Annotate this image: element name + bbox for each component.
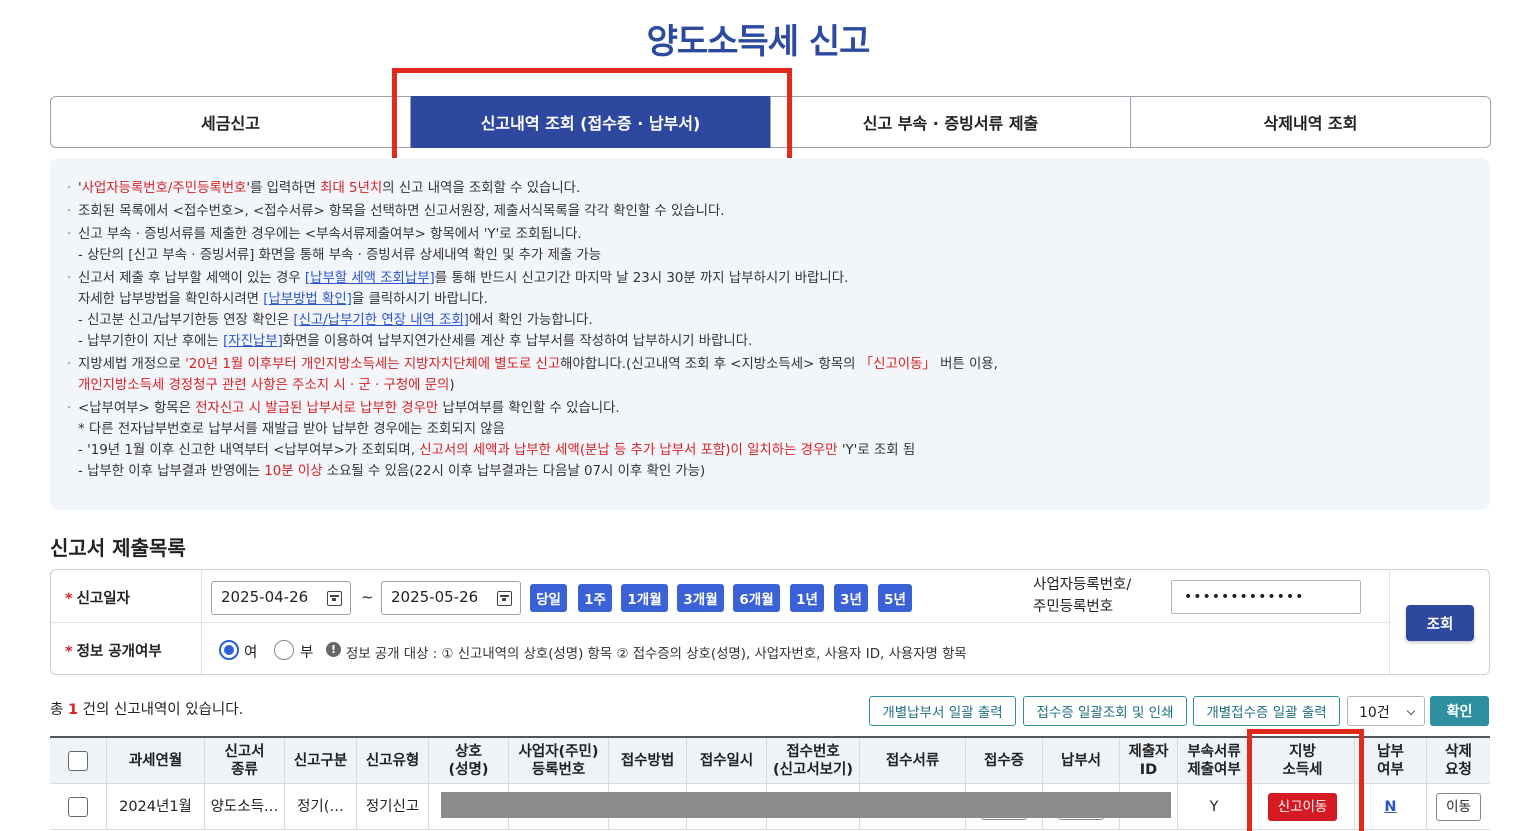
notice-line: - 신고분 신고/납부기한등 연장 확인은 [신고/납부기한 연장 내역 조회]…	[78, 313, 593, 328]
period-5year-button[interactable]: 5년	[878, 584, 912, 612]
table-header-row: 과세연월 신고서 종류 신고구분 신고유형 상호 (성명) 사업자(주민) 등록번호 …	[50, 738, 1490, 784]
tab-attachment-submit[interactable]: 신고 부속 · 증빙서류 제출	[771, 97, 1131, 147]
notice-line: 개인지방소득세 경정청구 관련 사항은 주소지 시 · 군 · 구청에 문의)	[78, 378, 455, 393]
period-3month-button[interactable]: 3개월	[677, 584, 724, 612]
header-paid: 납부 여부	[1355, 738, 1427, 784]
period-1month-button[interactable]: 1개월	[621, 584, 668, 612]
pay-tax-link[interactable]: [납부할 세액 조회납부]	[305, 271, 435, 286]
notice-line: - 납부한 이후 납부결과 반영에는 10분 이상 소요될 수 있음(22시 이…	[78, 464, 706, 479]
notice-line: 자세한 납부방법을 확인하시려면 [납부방법 확인]을 클릭하시기 바랍니다.	[78, 292, 488, 307]
header-attach: 부속서류 제출여부	[1178, 738, 1251, 784]
extension-history-link[interactable]: [신고/납부기한 연장 내역 조회]	[293, 313, 469, 328]
cell-doc-type: 양도소득…	[205, 784, 285, 830]
cell-report-type: 정기신고	[357, 784, 429, 830]
local-tax-move-button[interactable]: 신고이동	[1267, 792, 1338, 821]
notice-line: 신고서 제출 후 납부할 세액이 있는 경우 [납부할 세액 조회납부]를 통해…	[67, 268, 1490, 289]
self-payment-link[interactable]: [자진납부]	[223, 334, 283, 349]
date-to-input[interactable]: 2025-05-26	[381, 581, 521, 615]
search-panel: * 신고일자 2025-04-26 ~ 2025-05-26 당일 1주 1개월 …	[50, 569, 1490, 675]
confirm-button[interactable]: 확인	[1430, 696, 1489, 726]
notice-line: '사업자등록번호/주민등록번호'를 입력하면 최대 5년치의 신고 내역을 조회…	[67, 178, 1490, 199]
notice-line: 신고 부속 · 증빙서류를 제출한 경우에는 <부속서류제출여부> 항목에서 '…	[67, 224, 1490, 245]
tab-deleted-history[interactable]: 삭제내역 조회	[1131, 97, 1490, 147]
divider	[1389, 570, 1390, 674]
notice-panel: '사업자등록번호/주민등록번호'를 입력하면 최대 5년치의 신고 내역을 조회…	[50, 158, 1490, 510]
header-date: 접수일시	[687, 738, 767, 784]
header-name: 상호 (성명)	[429, 738, 509, 784]
notice-line: <납부여부> 항목은 전자신고 시 발급된 납부서로 납부한 경우만 납부여부를…	[67, 398, 1490, 419]
delete-move-button[interactable]: 이동	[1436, 792, 1481, 821]
notice-line: 조회된 목록에서 <접수번호>, <접수서류> 항목을 선택하면 신고서원장, …	[67, 201, 1490, 222]
cell-attach: Y	[1178, 784, 1251, 830]
public-no-label: 부	[300, 645, 314, 661]
tab-tax-report[interactable]: 세금신고	[51, 97, 411, 147]
cell-delete: 이동	[1427, 784, 1490, 830]
print-individual-receipts-button[interactable]: 개별접수증 일괄 출력	[1193, 696, 1340, 726]
paid-status-link[interactable]: N	[1384, 798, 1396, 816]
header-report-type: 신고유형	[357, 738, 429, 784]
header-receipt: 접수증	[966, 738, 1043, 784]
page-size-select[interactable]: 10건	[1347, 696, 1425, 726]
public-yes-radio[interactable]	[219, 640, 239, 660]
print-receipts-button[interactable]: 접수증 일괄조회 및 인쇄	[1023, 696, 1187, 726]
date-range-tilde: ~	[361, 588, 374, 606]
cell-paid: N	[1355, 784, 1427, 830]
row-select-cell	[50, 784, 107, 830]
public-no-radio[interactable]	[274, 640, 294, 660]
period-1week-button[interactable]: 1주	[578, 584, 612, 612]
print-payslips-button[interactable]: 개별납부서 일괄 출력	[869, 696, 1016, 726]
header-year-month: 과세연월	[107, 738, 205, 784]
cell-report-div: 정기(…	[285, 784, 357, 830]
redacted-area	[441, 792, 1171, 818]
header-docs: 접수서류	[860, 738, 966, 784]
calendar-icon[interactable]	[327, 591, 342, 606]
public-label: * 정보 공개여부	[65, 644, 162, 660]
date-from-input[interactable]: 2025-04-26	[211, 581, 351, 615]
biz-number-label: 사업자등록번호/ 주민등록번호	[1033, 577, 1132, 615]
result-table: 과세연월 신고서 종류 신고구분 신고유형 상호 (성명) 사업자(주민) 등록번호 …	[50, 736, 1490, 830]
header-method: 접수방법	[609, 738, 687, 784]
info-text: 정보 공개 대상 : ① 신고내역의 상호(성명) 항목 ② 접수증의 상호(성…	[346, 647, 967, 662]
header-biz-no: 사업자(주민) 등록번호	[509, 738, 609, 784]
header-submitter: 제출자 ID	[1120, 738, 1178, 784]
search-button[interactable]: 조회	[1406, 605, 1474, 641]
notice-line: - '19년 1월 이후 신고한 내역부터 <납부여부>가 조회되며, 신고서의…	[78, 443, 916, 458]
divider	[51, 622, 1389, 623]
notice-line: * 다른 전자납부번호로 납부서를 재발급 받아 납부한 경우에는 조회되지 않…	[78, 422, 505, 437]
row-checkbox[interactable]	[68, 796, 88, 817]
period-3year-button[interactable]: 3년	[834, 584, 868, 612]
date-label: * 신고일자	[65, 591, 130, 607]
select-all-checkbox[interactable]	[68, 750, 88, 771]
header-report-div: 신고구분	[285, 738, 357, 784]
calendar-icon[interactable]	[497, 591, 512, 606]
header-delete: 삭제 요청	[1427, 738, 1490, 784]
notice-line: 지방세법 개정으로 '20년 1월 이후부터 개인지방소득세는 지방자치단체에 …	[67, 354, 1490, 375]
public-yes-label: 여	[244, 645, 258, 661]
cell-year-month: 2024년1월	[107, 784, 205, 830]
tab-report-history[interactable]: 신고내역 조회 (접수증 · 납부서)	[411, 96, 771, 148]
period-today-button[interactable]: 당일	[530, 584, 567, 612]
chevron-down-icon	[1406, 706, 1416, 716]
header-local-tax: 지방 소득세	[1251, 738, 1355, 784]
header-rcpt-no: 접수번호 (신고서보기)	[767, 738, 860, 784]
notice-line: - 납부기한이 지난 후에는 [자진납부]화면을 이용하여 납부지연가산세를 계…	[78, 334, 753, 349]
tab-bar: 세금신고 신고내역 조회 (접수증 · 납부서) 신고 부속 · 증빙서류 제출…	[50, 96, 1491, 148]
table-row: 2024년1월 양도소득… 정기(… 정기신고 Y 신고이동 N 이동	[50, 784, 1490, 830]
header-doc-type: 신고서 종류	[205, 738, 285, 784]
info-icon: !	[326, 642, 341, 657]
section-title: 신고서 제출목록	[50, 536, 186, 560]
period-6month-button[interactable]: 6개월	[733, 584, 780, 612]
biz-number-input[interactable]: •••••••••••••	[1171, 580, 1361, 614]
result-count: 총 1 건의 신고내역이 있습니다.	[50, 702, 244, 718]
header-select-all	[50, 738, 107, 784]
cell-local-tax: 신고이동	[1251, 784, 1355, 830]
header-payslip: 납부서	[1043, 738, 1120, 784]
notice-line: - 상단의 [신고 부속 · 증빙서류] 화면을 통해 부속 · 증빙서류 상세…	[78, 248, 602, 263]
page-title: 양도소득세 신고	[646, 22, 871, 62]
pay-method-link[interactable]: [납부방법 확인]	[263, 292, 352, 307]
period-1year-button[interactable]: 1년	[790, 584, 824, 612]
